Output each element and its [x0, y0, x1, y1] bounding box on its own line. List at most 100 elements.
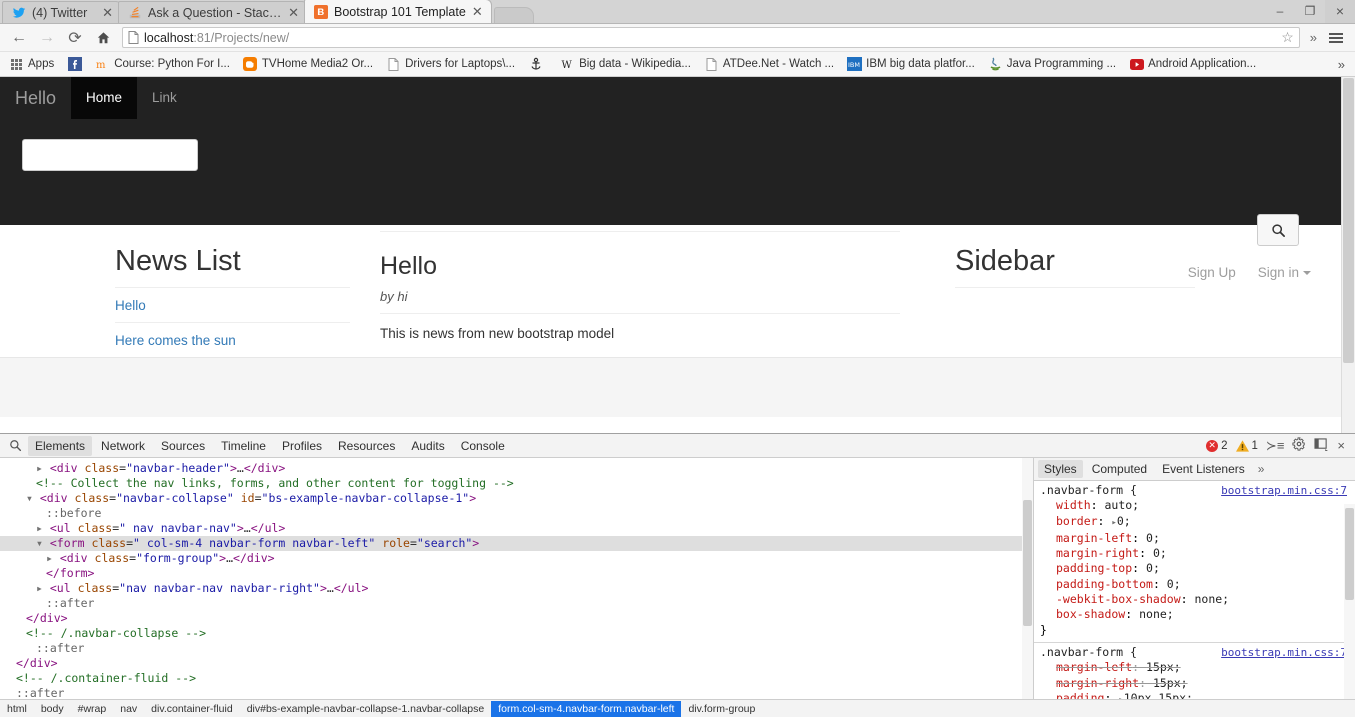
css-rule[interactable]: .navbar-form {bootstrap.min.css:7 width: … — [1034, 481, 1355, 643]
bookmark-java-programming[interactable]: Java Programming ... — [983, 55, 1121, 74]
scrollbar-thumb[interactable] — [1345, 508, 1354, 600]
css-declaration[interactable]: padding-bottom: 0; — [1040, 577, 1347, 592]
navbar-brand[interactable]: Hello — [0, 77, 71, 119]
styles-tab-computed[interactable]: Computed — [1086, 460, 1153, 478]
bookmark-android-application[interactable]: Android Application... — [1124, 55, 1261, 74]
bookmark-apps[interactable]: Apps — [4, 55, 59, 74]
styles-tab-event-listeners[interactable]: Event Listeners — [1156, 460, 1251, 478]
css-declaration[interactable]: margin-right: 15px; — [1040, 676, 1347, 691]
elements-scrollbar[interactable] — [1022, 458, 1033, 699]
news-list-item-hello[interactable]: Hello — [115, 288, 350, 323]
bookmark-big-data-wikipedia[interactable]: W Big data - Wikipedia... — [555, 55, 696, 74]
css-declaration[interactable]: padding: ▸10px 15px; — [1040, 691, 1347, 699]
close-window-button[interactable]: × — [1325, 0, 1355, 23]
dom-node-row[interactable]: </form> — [0, 566, 1033, 581]
bookmark-star-icon[interactable]: ☆ — [1281, 29, 1294, 46]
dom-node-row[interactable]: ▸ <div class="form-group">…</div> — [0, 551, 1033, 566]
browser-tab-twitter[interactable]: (4) Twitter ✕ — [2, 1, 122, 23]
css-declaration[interactable]: margin-left: 15px; — [1040, 660, 1347, 675]
page-vertical-scrollbar[interactable] — [1341, 77, 1355, 433]
css-declaration[interactable]: padding-top: 0; — [1040, 561, 1347, 576]
dom-node-row[interactable]: ▸ <div class="navbar-header">…</div> — [0, 461, 1033, 476]
devtools-tab-timeline[interactable]: Timeline — [214, 436, 273, 456]
styles-tab-styles[interactable]: Styles — [1038, 460, 1083, 478]
elements-tree[interactable]: ▸ <div class="navbar-header">…</div> <!--… — [0, 458, 1033, 699]
bookmark-facebook[interactable] — [62, 55, 87, 74]
navbar-search-button[interactable] — [1257, 214, 1299, 246]
styles-tabs-overflow-icon[interactable]: » — [1254, 462, 1269, 476]
new-tab-button[interactable] — [493, 7, 534, 23]
close-icon[interactable]: ✕ — [472, 5, 483, 18]
nav-item-home[interactable]: Home — [71, 77, 138, 119]
dom-node-row[interactable]: <!-- Collect the nav links, forms, and o… — [0, 476, 1033, 491]
devtools-close-icon[interactable]: × — [1337, 438, 1345, 453]
sign-up-link[interactable]: Sign Up — [1188, 265, 1236, 280]
news-list-item-here-comes-the-sun[interactable]: Here comes the sun — [115, 323, 350, 357]
devtools-search-icon[interactable] — [4, 439, 26, 452]
dom-node-row[interactable]: </div> — [0, 656, 1033, 671]
bookmark-atdee[interactable]: ATDee.Net - Watch ... — [699, 55, 839, 74]
devtools-tab-profiles[interactable]: Profiles — [275, 436, 329, 456]
scrollbar-thumb[interactable] — [1023, 500, 1032, 626]
dom-node-row[interactable]: ::before — [0, 506, 1033, 521]
css-declaration[interactable]: border: ▸0; — [1040, 514, 1347, 531]
close-icon[interactable]: ✕ — [102, 6, 113, 19]
dom-node-row[interactable]: ::after — [0, 686, 1033, 699]
minimize-button[interactable]: – — [1265, 0, 1295, 23]
css-declaration[interactable]: margin-left: 0; — [1040, 531, 1347, 546]
gear-icon[interactable] — [1292, 437, 1306, 454]
devtools-tab-network[interactable]: Network — [94, 436, 152, 456]
devtools-tab-sources[interactable]: Sources — [154, 436, 212, 456]
browser-tab-bootstrap[interactable]: Bootstrap 101 Template ✕ — [304, 0, 492, 23]
devtools-tab-elements[interactable]: Elements — [28, 435, 93, 456]
bookmark-tvhome[interactable]: TVHome Media2 Or... — [238, 55, 378, 74]
breadcrumb-item[interactable]: div#bs-example-navbar-collapse-1.navbar-… — [240, 701, 492, 717]
dom-node-row[interactable]: ::after — [0, 641, 1033, 656]
bookmark-ibm-big-data[interactable]: IBM IBM big data platfor... — [842, 55, 980, 74]
bookmark-anchor[interactable] — [523, 55, 552, 74]
home-icon[interactable] — [90, 25, 116, 51]
breadcrumb-item[interactable]: body — [34, 701, 71, 717]
bookmark-course-python[interactable]: m Course: Python For I... — [90, 55, 235, 74]
sign-in-dropdown[interactable]: Sign in — [1258, 265, 1311, 280]
scrollbar-thumb[interactable] — [1343, 78, 1354, 363]
breadcrumb-item[interactable]: nav — [113, 701, 144, 717]
dom-node-row[interactable]: <!-- /.navbar-collapse --> — [0, 626, 1033, 641]
reload-icon[interactable]: ⟳ — [62, 25, 88, 51]
breadcrumb-item[interactable]: #wrap — [71, 701, 114, 717]
breadcrumb-item[interactable]: div.form-group — [681, 701, 762, 717]
dom-node-row[interactable]: ▸ <ul class="nav navbar-nav navbar-right… — [0, 581, 1033, 596]
css-rule[interactable]: .navbar-form {bootstrap.min.css:7 margin-… — [1034, 643, 1355, 699]
styles-rules-list[interactable]: .navbar-form {bootstrap.min.css:7 width: … — [1034, 481, 1355, 699]
dom-node-row[interactable]: ▾ <div class="navbar-collapse" id="bs-ex… — [0, 491, 1033, 506]
breadcrumb-item[interactable]: div.container-fluid — [144, 701, 240, 717]
browser-tab-stackoverflow[interactable]: Ask a Question - Stack Ov ✕ — [118, 1, 308, 23]
css-declaration[interactable]: box-shadow: none; — [1040, 607, 1347, 622]
back-icon[interactable]: ← — [6, 25, 32, 51]
css-declaration[interactable]: margin-right: 0; — [1040, 546, 1347, 561]
breadcrumb-item[interactable]: html — [0, 701, 34, 717]
dom-node-row[interactable]: <!-- /.container-fluid --> — [0, 671, 1033, 686]
close-icon[interactable]: ✕ — [288, 6, 299, 19]
dom-node-row[interactable]: ▸ <ul class=" nav navbar-nav">…</ul> — [0, 521, 1033, 536]
chrome-menu-icon[interactable] — [1323, 32, 1349, 43]
devtools-tab-console[interactable]: Console — [454, 436, 512, 456]
breadcrumb-item[interactable]: form.col-sm-4.navbar-form.navbar-left — [491, 700, 682, 717]
toolbar-overflow-icon[interactable]: » — [1306, 30, 1321, 45]
styles-scrollbar[interactable] — [1344, 504, 1355, 699]
address-bar[interactable]: localhost:81/Projects/new/ ☆ — [122, 27, 1300, 48]
error-count-badge[interactable]: ✕ 2 — [1206, 439, 1228, 452]
bookmark-drivers[interactable]: Drivers for Laptops\... — [381, 55, 520, 74]
maximize-button[interactable]: ❐ — [1295, 0, 1325, 23]
warning-count-badge[interactable]: 1 — [1235, 440, 1258, 452]
forward-icon[interactable]: → — [34, 25, 60, 51]
devtools-tab-resources[interactable]: Resources — [331, 436, 402, 456]
dock-icon[interactable] — [1314, 437, 1329, 454]
css-declaration[interactable]: -webkit-box-shadow: none; — [1040, 592, 1347, 607]
dom-node-row[interactable]: ::after — [0, 596, 1033, 611]
devtools-tab-audits[interactable]: Audits — [404, 436, 451, 456]
bookmarks-overflow-icon[interactable]: » — [1332, 57, 1351, 72]
dom-node-row[interactable]: ▾ <form class=" col-sm-4 navbar-form nav… — [0, 536, 1033, 551]
dom-node-row[interactable]: </div> — [0, 611, 1033, 626]
navbar-search-input[interactable] — [22, 139, 198, 171]
